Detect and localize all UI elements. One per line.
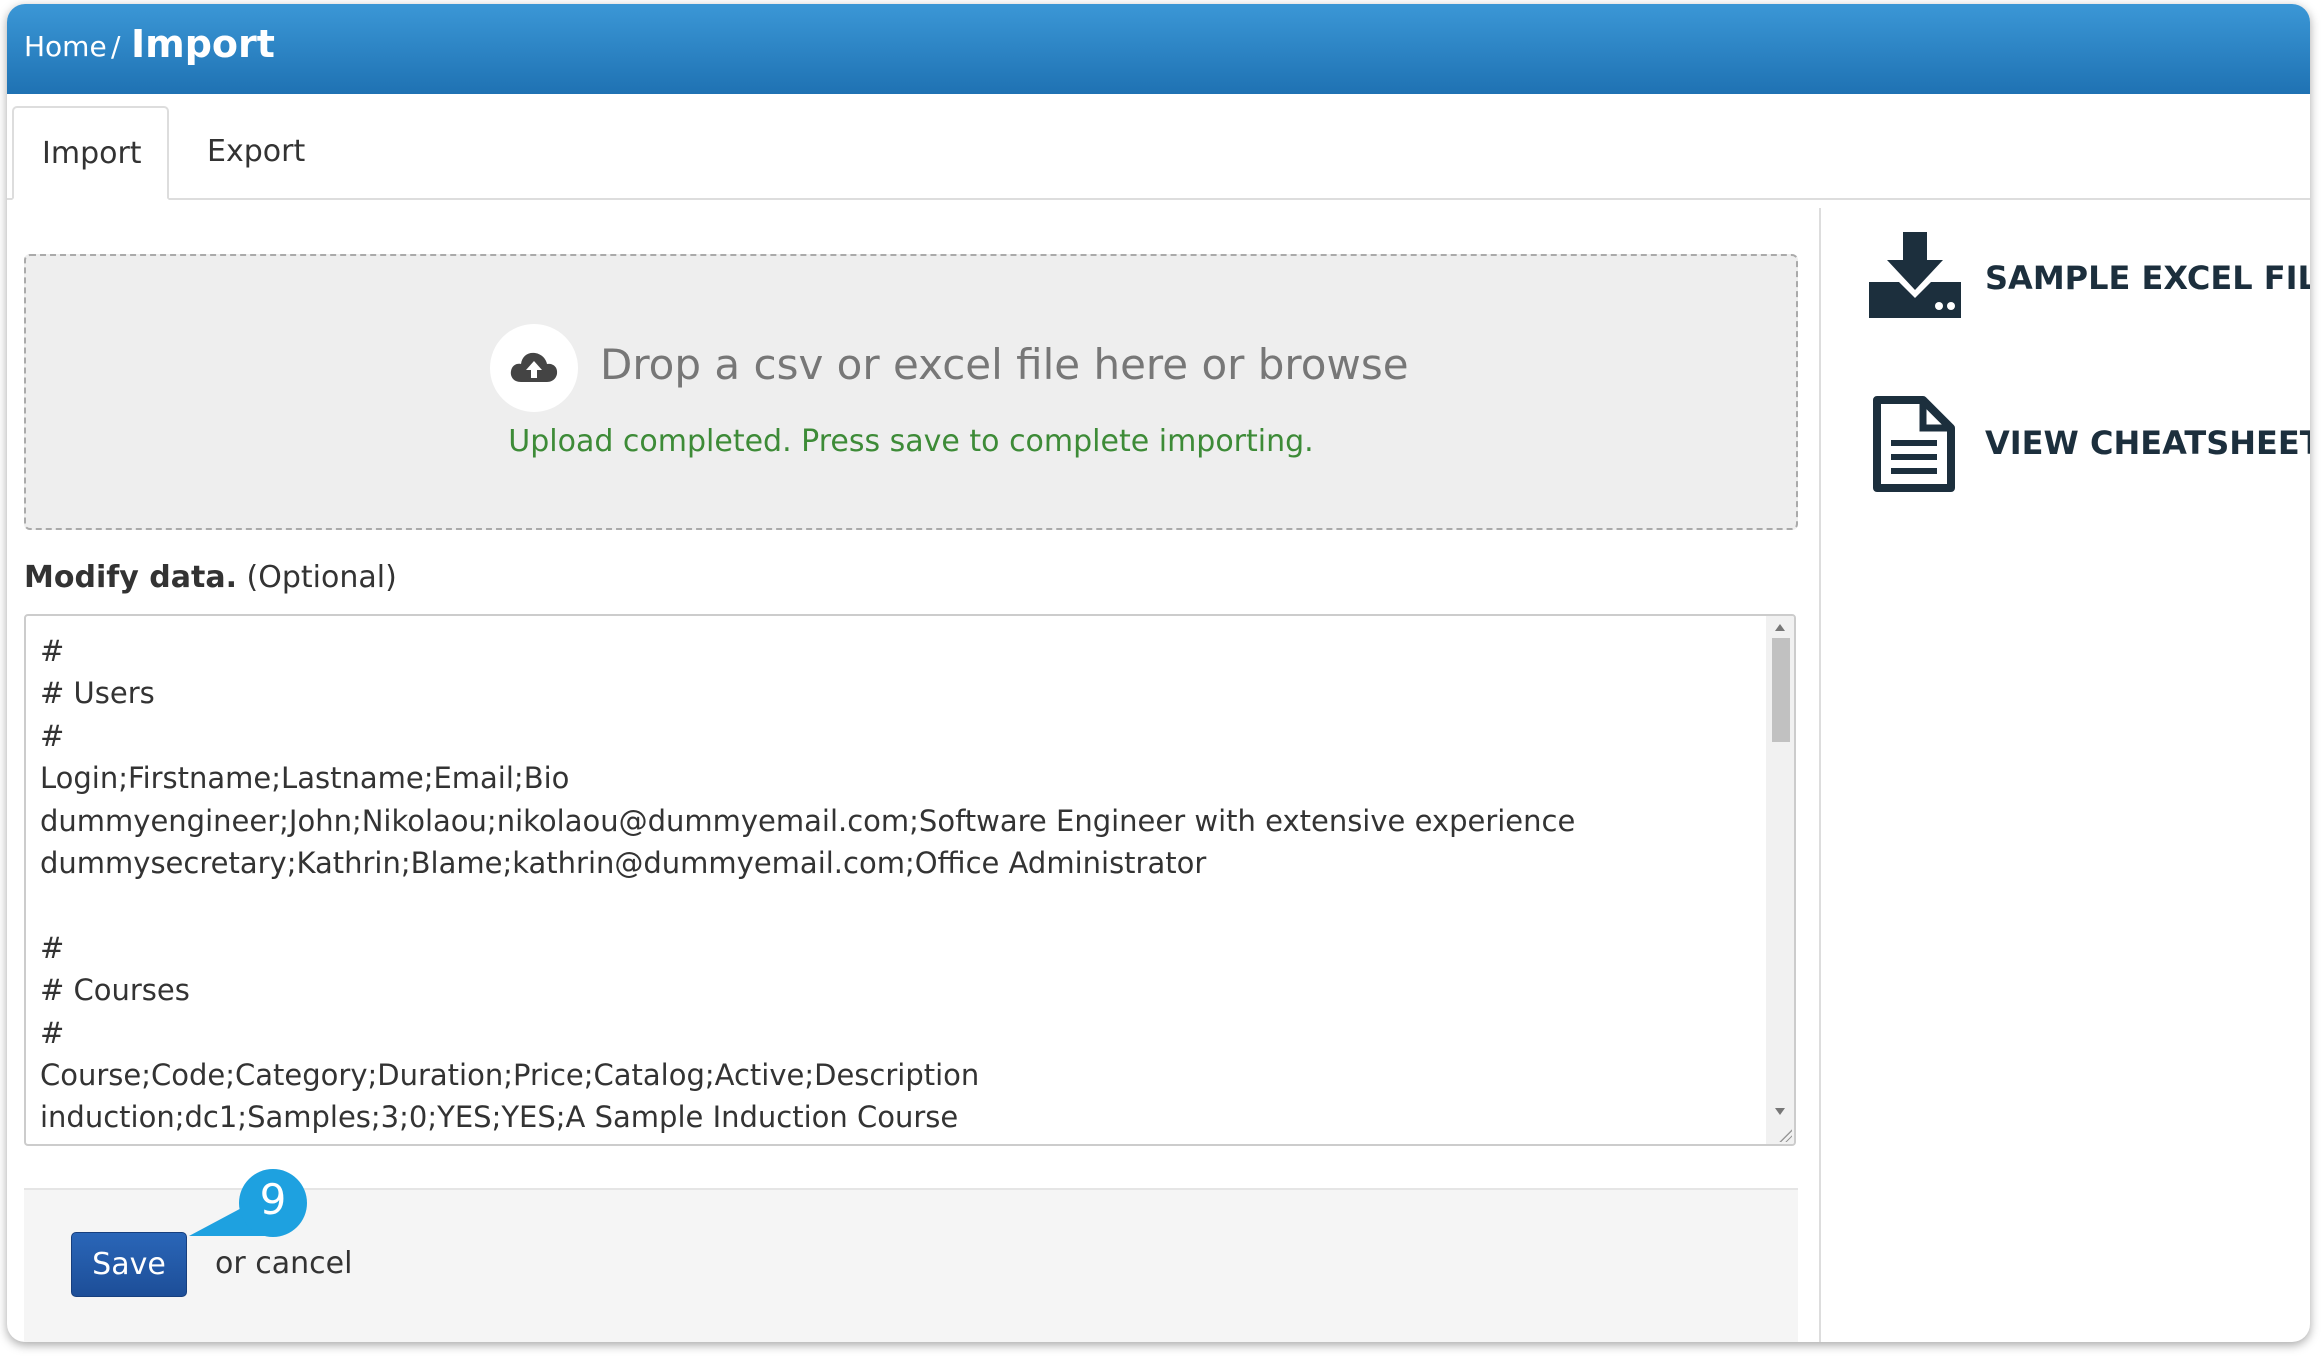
dropzone-prompt[interactable]: Drop a csv or excel file here or browse (600, 340, 1409, 389)
step-number: 9 (259, 1175, 287, 1224)
breadcrumb-home-link[interactable]: Home (24, 30, 107, 63)
save-button[interactable]: Save (71, 1232, 187, 1297)
resize-handle-icon[interactable] (1778, 1128, 1792, 1142)
document-icon[interactable] (1869, 396, 1959, 494)
modify-data-textarea[interactable]: # # Users # Login;Firstname;Lastname;Ema… (26, 616, 1766, 1144)
file-dropzone[interactable]: Drop a csv or excel file here or browse … (24, 254, 1798, 530)
download-icon[interactable] (1869, 232, 1961, 320)
column-divider (1819, 208, 1821, 1342)
view-cheatsheet-link[interactable]: VIEW CHEATSHEET (1985, 424, 2310, 462)
or-cancel-text: or cancel (215, 1246, 352, 1281)
modify-data-label-bold: Modify data. (24, 560, 237, 595)
tab-bar: Import Export (7, 94, 2310, 200)
scrollbar-thumb[interactable] (1772, 638, 1790, 742)
modify-data-label: Modify data. (Optional) (24, 560, 397, 595)
textarea-scrollbar[interactable] (1766, 616, 1794, 1144)
scroll-up-arrow-icon[interactable] (1775, 624, 1785, 631)
sample-excel-file-link[interactable]: SAMPLE EXCEL FILE (1985, 259, 2310, 297)
or-label: or (215, 1246, 246, 1281)
modify-data-label-optional: (Optional) (246, 560, 397, 595)
tab-import[interactable]: Import (12, 106, 169, 200)
page-title: Import (131, 22, 275, 66)
page-header: Home / Import (7, 4, 2310, 94)
app-window: Home / Import Import Export Drop a csv o… (7, 4, 2310, 1342)
upload-status-message: Upload completed. Press save to complete… (508, 424, 1314, 459)
breadcrumb-separator: / (111, 30, 121, 63)
modify-data-textarea-container: # # Users # Login;Firstname;Lastname;Ema… (24, 614, 1796, 1146)
scroll-down-arrow-icon[interactable] (1775, 1108, 1785, 1115)
tab-export[interactable]: Export (179, 106, 333, 198)
cloud-upload-icon (490, 324, 578, 412)
cancel-link[interactable]: cancel (255, 1246, 352, 1281)
